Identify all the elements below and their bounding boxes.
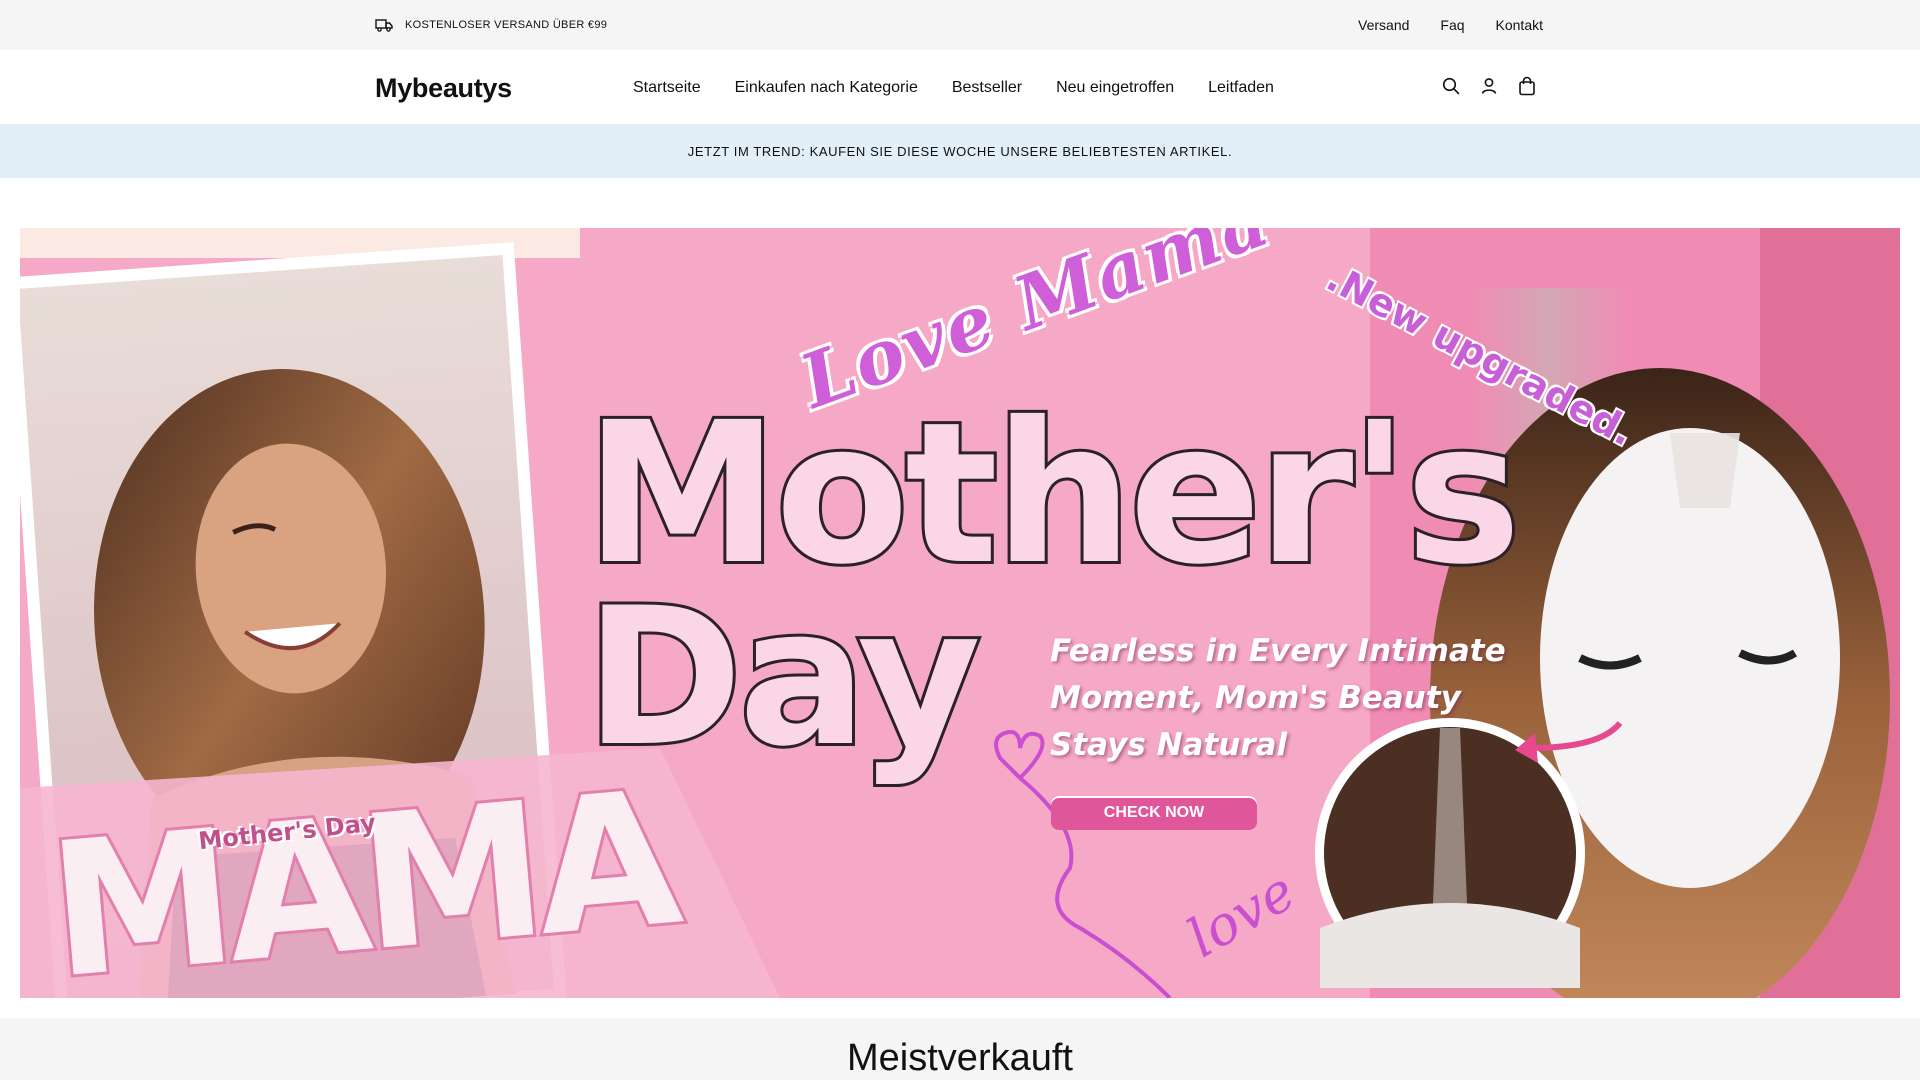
header-actions	[1440, 74, 1538, 98]
check-now-button[interactable]: CHECK NOW	[1051, 796, 1257, 830]
truck-icon	[375, 18, 393, 32]
nav-item-neu[interactable]: Neu eingetroffen	[1056, 76, 1174, 100]
hero-banner[interactable]: Love Mama .New upgraded. Mother's Day Fe…	[20, 228, 1900, 998]
hero-title-line1: Mother's	[582, 380, 1524, 607]
link-faq[interactable]: Faq	[1440, 15, 1464, 35]
hero-tagline: Fearless in Every Intimate Moment, Mom's…	[1050, 628, 1506, 769]
nav-item-startseite[interactable]: Startseite	[633, 76, 701, 100]
announcement-bar: KOSTENLOSER VERSAND ÜBER €99 Versand Faq…	[0, 0, 1920, 50]
nav-item-leitfaden[interactable]: Leitfaden	[1208, 76, 1274, 100]
shipping-notice: KOSTENLOSER VERSAND ÜBER €99	[375, 15, 607, 35]
site-logo[interactable]: Mybeautys	[375, 70, 512, 106]
bestsellers-section: Meistverkauft	[0, 1018, 1920, 1080]
link-versand[interactable]: Versand	[1358, 15, 1409, 35]
site-header: Mybeautys Startseite Einkaufen nach Kate…	[0, 50, 1920, 125]
trend-banner: JETZT IM TREND: KAUFEN SIE DIESE WOCHE U…	[0, 125, 1920, 178]
link-kontakt[interactable]: Kontakt	[1496, 15, 1543, 35]
section-title: Meistverkauft	[847, 1037, 1073, 1079]
hero-tagline-line3: Stays Natural	[1050, 727, 1288, 763]
nav-item-bestseller[interactable]: Bestseller	[952, 76, 1022, 100]
main-nav: Startseite Einkaufen nach Kategorie Best…	[633, 76, 1274, 100]
hero-mama-badge: MAMA	[39, 747, 684, 998]
hero-tagline-line2: Moment, Mom's Beauty	[1050, 680, 1461, 716]
hero-title-line2: Day	[582, 567, 984, 788]
shipping-text: KOSTENLOSER VERSAND ÜBER €99	[405, 19, 608, 31]
nav-item-kategorie[interactable]: Einkaufen nach Kategorie	[735, 76, 918, 100]
cart-icon[interactable]	[1516, 74, 1538, 98]
utility-links: Versand Faq Kontakt	[1358, 15, 1543, 35]
search-icon[interactable]	[1440, 74, 1462, 98]
account-icon[interactable]	[1478, 74, 1500, 98]
hero-tagline-line1: Fearless in Every Intimate	[1050, 633, 1506, 669]
